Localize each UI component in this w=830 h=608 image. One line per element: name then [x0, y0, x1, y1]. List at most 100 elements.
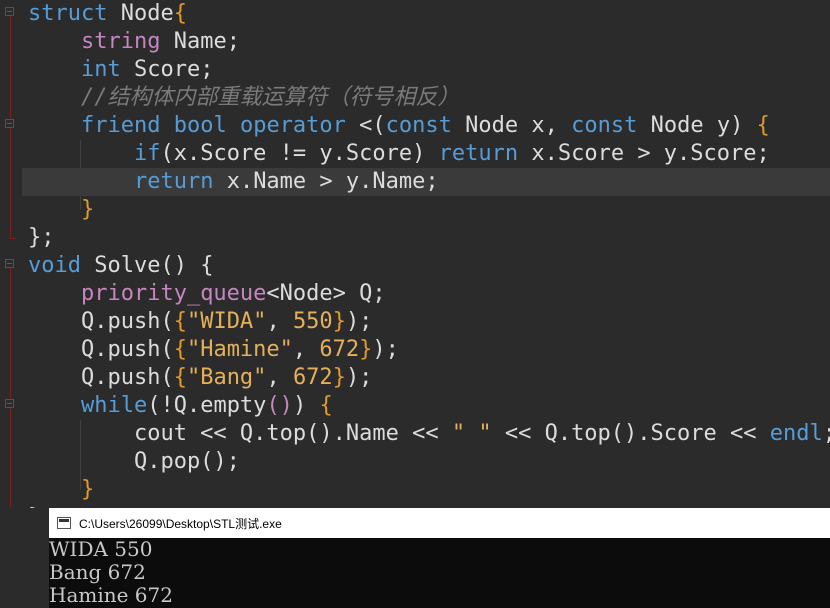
code-line[interactable]: int Score;: [28, 56, 213, 84]
code-token: {: [756, 113, 770, 138]
code-line[interactable]: priority_queue<Node> Q;: [28, 280, 386, 308]
code-token: Score;: [120, 57, 214, 82]
code-token: Q.push(: [28, 309, 174, 334]
code-token: x.Score > y.Score;: [518, 141, 770, 166]
code-line[interactable]: void Solve() {: [28, 252, 213, 280]
code-token: priority_queue: [80, 281, 267, 306]
code-token: Q.push(: [28, 337, 174, 362]
code-token: ,: [266, 365, 293, 390]
code-token: int: [80, 57, 121, 82]
fold-toggle-icon[interactable]: [5, 7, 14, 16]
code-line[interactable]: while(!Q.empty()) {: [28, 392, 333, 420]
code-token: return: [133, 169, 214, 194]
code-line[interactable]: //结构体内部重载运算符（符号相反）: [28, 84, 460, 112]
code-token: );: [372, 337, 399, 362]
code-token: //结构体内部重载运算符（符号相反）: [80, 85, 460, 110]
code-token: );: [345, 365, 373, 390]
code-line[interactable]: if(x.Score != y.Score) return x.Score > …: [28, 140, 770, 168]
output-line: Bang 672: [49, 560, 146, 584]
code-token: void: [28, 253, 81, 278]
code-token: {: [173, 337, 187, 362]
code-token: }: [359, 337, 373, 362]
code-token: };: [28, 225, 55, 250]
editor-gutter: [0, 0, 22, 508]
console-title: C:\Users\26099\Desktop\STL测试.exe: [79, 516, 282, 531]
code-token: cout << Q.top().Name <<: [28, 421, 452, 446]
code-token: "Hamine": [186, 337, 293, 362]
code-token: );: [345, 309, 373, 334]
code-token: return: [438, 141, 519, 166]
code-line[interactable]: string Name;: [28, 28, 240, 56]
code-token: (x.Score != y.Score): [160, 141, 439, 166]
fold-toggle-icon[interactable]: [5, 119, 14, 128]
code-token: (): [266, 393, 293, 418]
code-line[interactable]: Q.push({"WIDA", 550});: [28, 308, 372, 336]
code-token: ,: [292, 337, 320, 362]
code-line[interactable]: friend bool operator <(const Node x, con…: [28, 112, 770, 140]
code-token: Q.pop();: [28, 449, 240, 474]
console-app-icon: [57, 517, 71, 529]
code-token: }: [80, 197, 95, 222]
code-line[interactable]: cout << Q.top().Name << " " << Q.top().S…: [28, 420, 830, 448]
console-output: WIDA 550 Bang 672 Hamine 672: [49, 538, 830, 607]
code-line[interactable]: }: [28, 476, 94, 504]
code-token: 672: [292, 365, 333, 390]
code-token: {: [173, 1, 187, 26]
code-line[interactable]: }: [28, 504, 41, 508]
console-titlebar[interactable]: C:\Users\26099\Desktop\STL测试.exe: [49, 508, 830, 538]
fold-line-solve: [10, 266, 11, 508]
code-token: Name;: [160, 29, 240, 54]
code-token: }: [332, 309, 346, 334]
code-token: }: [28, 505, 41, 508]
code-token: }: [332, 365, 346, 390]
code-token: bool: [173, 113, 227, 138]
code-token: }: [80, 477, 95, 502]
code-token: Node: [107, 1, 174, 26]
fold-toggle-icon[interactable]: [5, 399, 14, 408]
code-line[interactable]: Q.push({"Bang", 672});: [28, 364, 372, 392]
code-token: " ": [451, 421, 492, 446]
code-token: ;: [823, 421, 830, 446]
code-line[interactable]: Q.pop();: [28, 448, 240, 476]
code-token: x.Name > y.Name;: [213, 169, 439, 194]
code-token: const: [385, 113, 452, 138]
code-token: while: [80, 393, 148, 418]
code-token: const: [571, 113, 638, 138]
code-line[interactable]: struct Node{: [28, 0, 187, 28]
code-editor[interactable]: struct Node{ string Name; int Score; //结…: [0, 0, 830, 508]
code-line[interactable]: };: [28, 224, 55, 252]
code-token: Solve() {: [80, 253, 214, 278]
code-token: Node y): [637, 113, 757, 138]
code-token: endl: [769, 421, 823, 446]
console-window[interactable]: C:\Users\26099\Desktop\STL测试.exe WIDA 55…: [49, 508, 830, 608]
code-line[interactable]: return x.Name > y.Name;: [22, 168, 830, 196]
fold-toggle-icon[interactable]: [5, 259, 14, 268]
code-token: {: [173, 365, 187, 390]
code-token: <(: [345, 113, 386, 138]
output-line: Hamine 672: [49, 583, 173, 607]
code-token: Node x,: [451, 113, 572, 138]
code-line[interactable]: Q.push({"Hamine", 672});: [28, 336, 399, 364]
code-token: "WIDA": [186, 309, 267, 334]
code-token: {: [319, 393, 333, 418]
code-token: {: [173, 309, 187, 334]
code-token: friend: [80, 113, 161, 138]
code-token: ,: [266, 309, 293, 334]
code-token: struct: [28, 1, 108, 26]
code-token: string: [80, 29, 161, 54]
code-line[interactable]: }: [28, 196, 94, 224]
code-token: 550: [292, 309, 333, 334]
code-token: if: [133, 141, 161, 166]
